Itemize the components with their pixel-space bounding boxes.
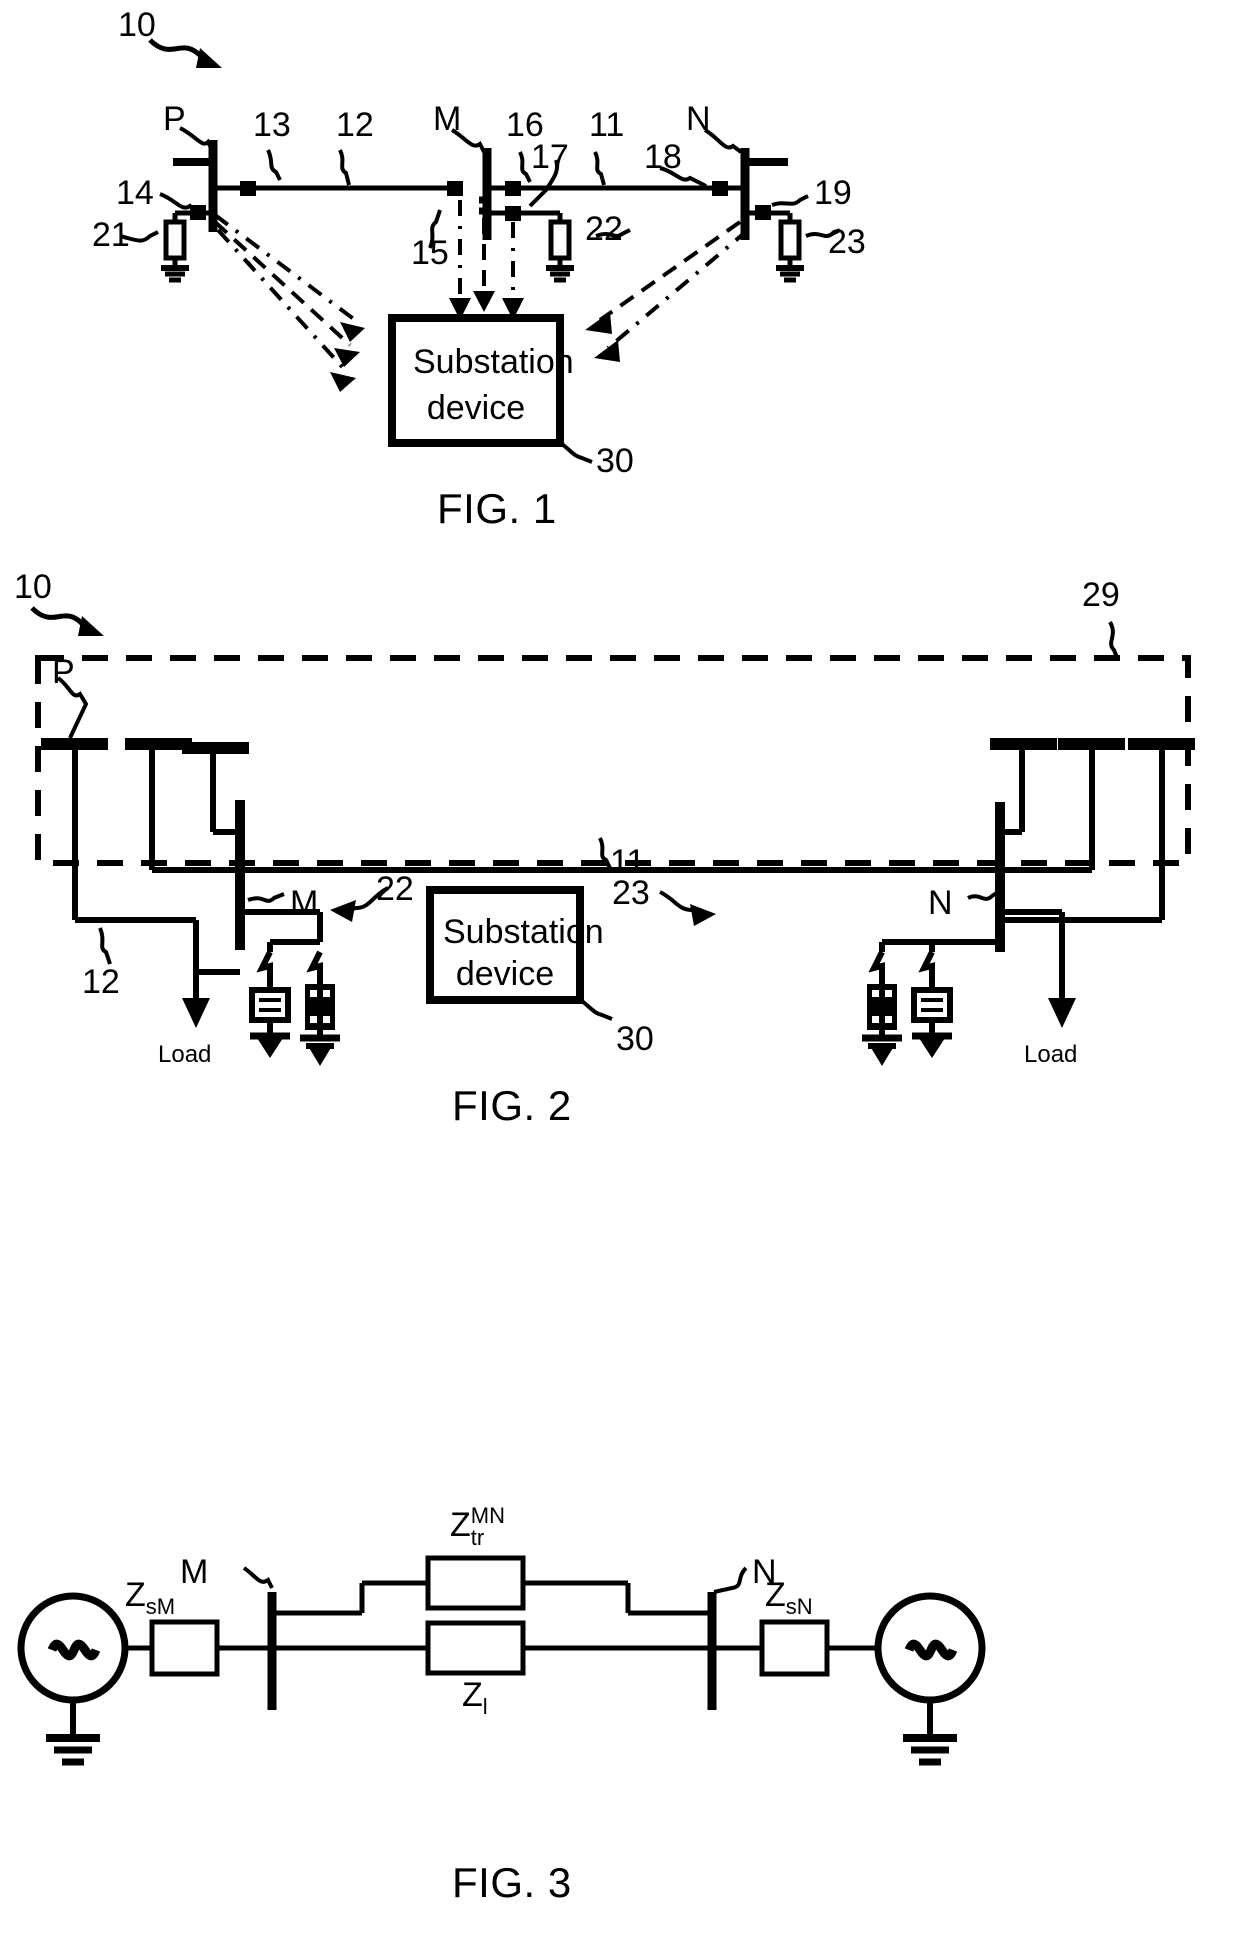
impedance-zl: [425, 1620, 526, 1676]
signal-arrows-left: [213, 213, 357, 372]
fig1-ref-14: 14: [116, 174, 154, 212]
fig3-impedance-label-ztr: Z MN tr: [450, 1505, 505, 1549]
zsm-sub: sM: [145, 1593, 176, 1619]
fig2-ref-12: 12: [82, 963, 120, 1001]
fig1-ref-12: 12: [336, 106, 374, 144]
zl-sub: l: [482, 1693, 488, 1719]
busbar-n1: [990, 738, 1057, 750]
ztr-sup: MN: [470, 1503, 505, 1528]
lead-arrow-10: [148, 38, 207, 61]
fig3-impedance-label-zsm: ZsM: [125, 1578, 175, 1618]
zl-base: Z: [462, 1676, 483, 1714]
leader-m-fig3: [242, 1566, 274, 1589]
figure-3-caption: FIG. 3: [452, 1859, 572, 1906]
fig1-bus-label-n: N: [686, 100, 711, 138]
leader-14: [159, 192, 198, 214]
vt-22: [548, 219, 572, 261]
busbar-p: [41, 738, 108, 750]
fig1-ref-22: 22: [585, 210, 623, 248]
vt-21: [163, 219, 187, 261]
ct-15: [447, 181, 463, 196]
fig2-load-label-right: Load: [1024, 1041, 1078, 1068]
fig1-bus-label-m: M: [433, 100, 462, 138]
figure-2-caption: FIG. 2: [452, 1082, 572, 1129]
ct-18: [712, 181, 728, 196]
ztr-base: Z: [450, 1505, 471, 1544]
patent-drawing-page: 10 P 13 12 M 16 17 11 18 N 14 21 15 22 1…: [0, 0, 1240, 1947]
figure-3-drawing: [17, 1555, 986, 1766]
leader-13: [266, 149, 282, 181]
impedance-ztr: [425, 1555, 526, 1611]
fig1-ref-15: 15: [411, 234, 449, 272]
leader-m-fig2: [247, 892, 285, 903]
vt-23: [778, 219, 802, 261]
leader-29: [1108, 621, 1120, 661]
busbar-p2: [125, 738, 192, 750]
impedance-zsn: [759, 1619, 830, 1677]
impedance-zsm: [149, 1619, 220, 1677]
ct-19: [755, 205, 771, 220]
zsm-base: Z: [125, 1576, 146, 1614]
fig2-ref-30: 30: [616, 1020, 654, 1058]
leader-11: [593, 151, 606, 186]
fig1-ref-21: 21: [92, 216, 130, 254]
busbar-n2: [1058, 738, 1125, 750]
fig2-ref-23: 23: [612, 874, 650, 912]
ztr-sub: tr: [470, 1525, 485, 1550]
fig3-impedance-label-zsn: ZsN: [765, 1578, 813, 1618]
leader-16: [518, 151, 532, 183]
arrester-22b: [305, 984, 335, 1030]
zsn-sub: sN: [785, 1593, 813, 1619]
ct-17: [505, 206, 521, 221]
fig3-bus-label-m: M: [180, 1553, 209, 1591]
substation-device-line1-fig2: Substation: [443, 913, 604, 951]
fig1-ref-16: 16: [506, 106, 544, 144]
substation-device-line1-fig1: Substation: [413, 343, 574, 381]
lead-arrow-10-fig2: [30, 606, 88, 629]
ct-13: [240, 181, 256, 196]
fig3-impedance-label-zl: Zl: [462, 1678, 488, 1718]
load-arrow-right: [1048, 998, 1076, 1028]
leader-n-fig3: [713, 1566, 748, 1594]
fig2-ref-29: 29: [1082, 576, 1120, 614]
fig2-ref-22: 22: [376, 870, 414, 908]
fig1-ref-19: 19: [814, 174, 852, 212]
arrester-22a: [249, 987, 291, 1023]
leader-n-fig2: [967, 890, 1000, 901]
leader-12-fig2: [98, 927, 112, 965]
leader-30-fig2: [580, 999, 613, 1021]
leader-12: [338, 149, 351, 186]
fig1-ref-11: 11: [589, 106, 625, 144]
busbar-n3: [1128, 738, 1195, 750]
arrester-23b: [911, 987, 953, 1023]
substation-device-line2-fig2: device: [455, 955, 555, 993]
fig2-load-label-left: Load: [158, 1041, 212, 1068]
busbar-p3: [182, 742, 249, 754]
zsn-base: Z: [765, 1576, 786, 1614]
fig1-ref-18: 18: [644, 138, 682, 176]
fig1-ref-30: 30: [596, 442, 634, 480]
ct-16: [505, 181, 521, 196]
fig2-bus-label-p: P: [52, 653, 75, 691]
fig1-ref-23: 23: [828, 223, 866, 261]
fig1-ref-17: 17: [531, 138, 569, 176]
arrester-23a: [867, 984, 897, 1030]
load-arrow-left: [182, 998, 210, 1028]
fig2-ref-10: 10: [14, 568, 52, 606]
substation-device-line2-fig1: device: [426, 389, 526, 427]
fig1-ref-10: 10: [118, 6, 156, 44]
fig1-ref-13: 13: [253, 106, 291, 144]
figure-1-caption: FIG. 1: [437, 485, 557, 532]
fig2-bus-label-m: M: [290, 884, 319, 922]
fig2-bus-label-n: N: [928, 884, 953, 922]
fig1-bus-label-p: P: [163, 100, 186, 138]
leader-19: [771, 194, 809, 207]
leader-30: [560, 442, 593, 464]
